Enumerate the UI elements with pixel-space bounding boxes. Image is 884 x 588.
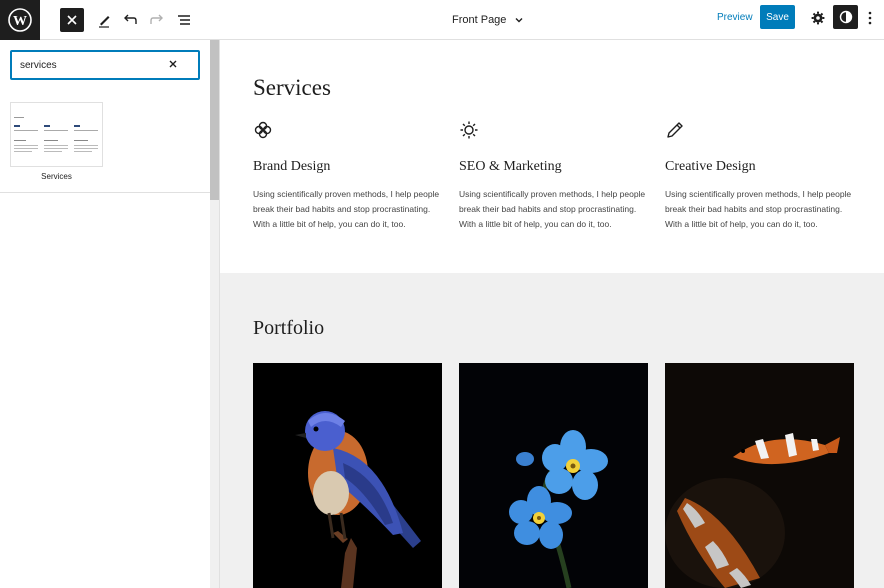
gear-icon [811,11,825,25]
clownfish-photo [665,363,854,588]
pattern-preview-services[interactable] [10,102,103,167]
document-title: Front Page [452,14,507,26]
clownfish-image[interactable] [665,363,854,588]
service-text: Using scientifically proven methods, I h… [665,189,852,229]
scrollbar-thumb[interactable] [210,40,219,200]
block-inserter-sidebar: Services [0,40,220,588]
save-button[interactable]: Save [760,5,795,29]
pen-icon [99,16,110,28]
pencil-icon [667,122,683,138]
service-title: Creative Design [665,159,756,174]
pattern-thumbnail [11,103,102,166]
service-text: Using scientifically proven methods, I h… [459,189,646,229]
pattern-label: Services [41,172,72,181]
services-heading[interactable]: Services [253,75,331,101]
forget-me-not-image[interactable] [459,363,648,588]
close-icon [67,15,77,25]
clear-search-button[interactable] [166,57,180,71]
svg-text:W: W [13,14,27,29]
options-button[interactable] [864,8,876,28]
close-icon [169,60,177,68]
service-item[interactable]: Brand Design Using scientifically proven… [253,120,448,232]
service-item[interactable]: SEO & Marketing Using scientifically pro… [459,120,654,232]
service-title: SEO & Marketing [459,159,562,174]
services-section[interactable]: Services Brand Design Using scientifical… [220,40,884,273]
sidebar-scrollbar[interactable] [210,40,219,588]
list-view-icon [178,15,190,25]
flower-icon [254,121,272,139]
bluebird-image[interactable] [253,363,442,588]
preview-button[interactable]: Preview [717,12,753,23]
service-title: Brand Design [253,159,331,174]
editor-canvas[interactable]: Services Brand Design Using scientifical… [220,40,884,588]
service-text: Using scientifically proven methods, I h… [253,189,440,229]
undo-icon [124,14,137,24]
tools-button[interactable] [92,6,116,34]
contrast-icon [839,10,852,24]
service-item[interactable]: Creative Design Using scientifically pro… [665,120,860,232]
settings-button[interactable] [808,8,828,28]
document-title-dropdown[interactable]: Front Page [452,10,524,30]
portfolio-heading[interactable]: Portfolio [253,317,324,340]
redo-button[interactable] [145,6,169,34]
undo-button[interactable] [118,6,142,34]
wordpress-icon: W [8,8,32,32]
portfolio-section[interactable]: Portfolio [220,273,884,588]
wordpress-logo-button[interactable]: W [0,0,40,40]
list-view-button[interactable] [172,6,196,34]
search-box[interactable] [10,50,200,80]
redo-icon [150,14,163,24]
close-inserter-button[interactable] [60,8,84,32]
flower-photo [459,363,648,588]
bluebird-photo [253,363,442,588]
more-vertical-icon [868,11,872,25]
styles-button[interactable] [833,5,858,29]
search-input[interactable] [20,52,170,78]
divider [0,192,210,193]
editor-toolbar: W Front Page Preview Save [0,0,884,40]
chevron-down-icon [515,18,523,23]
sun-icon [460,121,478,139]
